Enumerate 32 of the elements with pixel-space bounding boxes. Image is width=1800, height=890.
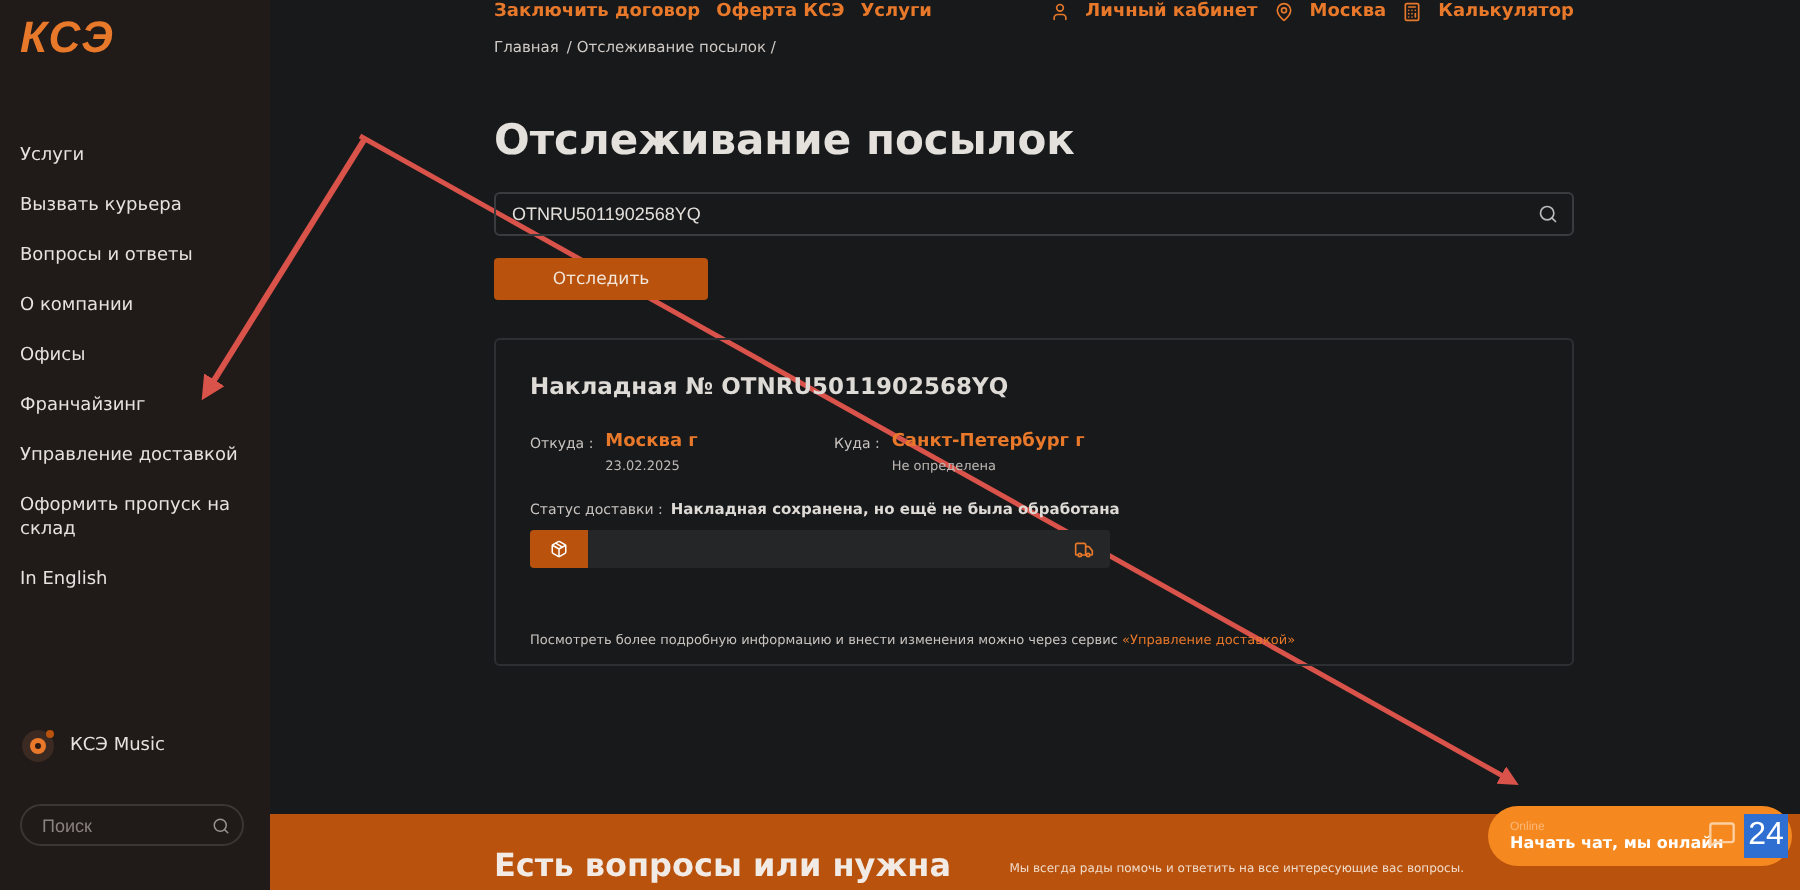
- location-pin-icon: [1273, 2, 1294, 22]
- calculator-link[interactable]: Калькулятор: [1438, 2, 1574, 22]
- tracking-field[interactable]: OTNRU5011902568YQ: [494, 192, 1574, 236]
- from-city: Москва г: [605, 432, 698, 452]
- top-nav-link[interactable]: Услуги: [860, 2, 932, 22]
- top-nav-link[interactable]: Оферта КСЭ: [716, 2, 845, 22]
- track-button[interactable]: Отследить: [494, 258, 708, 300]
- calculator-icon: [1402, 2, 1423, 22]
- sidebar-item[interactable]: О компании: [20, 282, 240, 332]
- footer-heading: Есть вопросы или нужна: [494, 846, 951, 888]
- user-icon: [1049, 2, 1070, 22]
- search-icon[interactable]: [1538, 204, 1558, 224]
- search-field[interactable]: Поиск: [20, 804, 244, 846]
- music-link[interactable]: КСЭ Music: [70, 736, 165, 756]
- chat-badge: 24: [1744, 814, 1788, 858]
- vinyl-record-icon: [20, 728, 56, 764]
- sidebar-item[interactable]: Франчайзинг: [20, 382, 240, 432]
- city-link[interactable]: Москва: [1309, 2, 1387, 22]
- box-icon: [550, 540, 568, 558]
- sidebar-item[interactable]: Управление доставкой: [20, 432, 240, 482]
- search-icon[interactable]: [212, 816, 230, 834]
- page-title: Отслеживание посылок: [494, 116, 1077, 164]
- top-nav-link[interactable]: Заключить договор: [494, 2, 701, 22]
- sidebar-item[interactable]: Оформить пропуск на склад: [20, 482, 240, 556]
- sidebar-item[interactable]: Офисы: [20, 332, 240, 382]
- account-link[interactable]: Личный кабинет: [1085, 2, 1258, 22]
- sidebar-item[interactable]: Услуги: [20, 132, 240, 182]
- sidebar-item[interactable]: In English: [20, 556, 240, 606]
- logo[interactable]: КСЭ: [20, 12, 115, 64]
- sidebar-item[interactable]: Вопросы и ответы: [20, 232, 240, 282]
- truck-icon: [1074, 539, 1094, 559]
- sidebar-item[interactable]: Вызвать курьера: [20, 182, 240, 232]
